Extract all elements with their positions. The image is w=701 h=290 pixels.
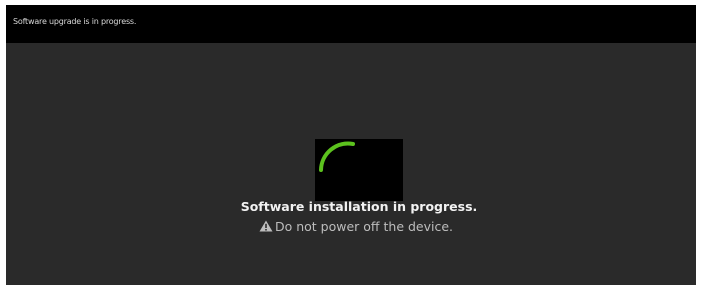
header-title: Software upgrade is in progress.	[13, 17, 137, 26]
upgrade-screen: Software upgrade is in progress. Softwar…	[6, 5, 696, 285]
loading-spinner-icon	[319, 141, 355, 172]
header-bar: Software upgrade is in progress.	[6, 5, 696, 43]
status-message: Software installation in progress.	[240, 199, 478, 214]
warning-triangle-icon	[259, 220, 273, 235]
loading-spinner	[315, 139, 403, 201]
warning-text: Do not power off the device.	[274, 219, 454, 234]
warning-row: Do not power off the device.	[6, 219, 696, 235]
